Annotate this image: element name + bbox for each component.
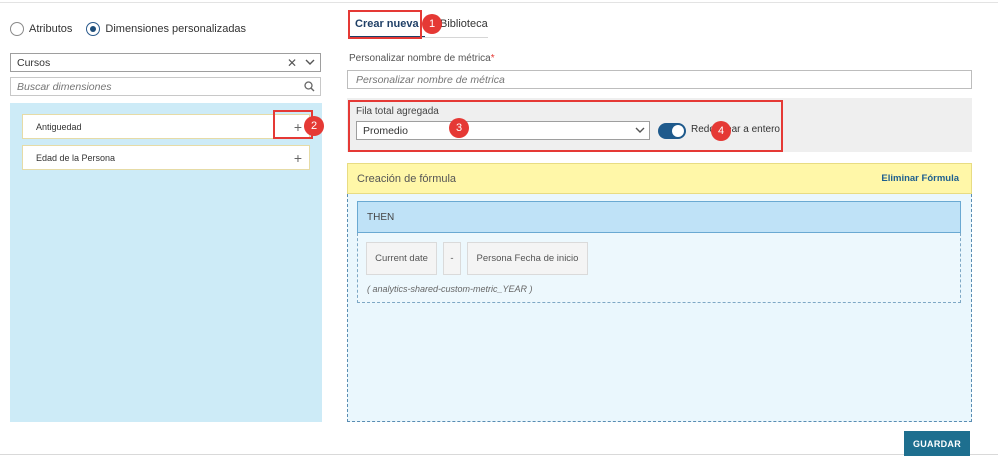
dimension-item-label: Antiguedad bbox=[36, 121, 82, 132]
callout-2: 2 bbox=[304, 116, 324, 136]
radio-atributos-label[interactable]: Atributos bbox=[29, 23, 72, 35]
dimension-select-value: Cursos bbox=[17, 56, 51, 69]
formula-title: Creación de fórmula bbox=[357, 172, 457, 185]
metric-name-input[interactable] bbox=[347, 70, 972, 89]
callout-3: 3 bbox=[449, 118, 469, 138]
formula-header: Creación de fórmula Eliminar Fórmula bbox=[347, 163, 972, 194]
radio-atributos[interactable] bbox=[10, 22, 24, 36]
save-button[interactable]: GUARDAR bbox=[904, 431, 970, 456]
add-icon[interactable]: + bbox=[294, 151, 302, 165]
callout-4: 4 bbox=[711, 121, 731, 141]
top-border bbox=[0, 0, 998, 3]
search-icon[interactable] bbox=[304, 81, 315, 92]
dimension-item-antiguedad[interactable]: Antiguedad + bbox=[22, 114, 310, 139]
dimension-item-edad[interactable]: Edad de la Persona + bbox=[22, 145, 310, 170]
then-block-header[interactable]: THEN bbox=[357, 201, 961, 233]
dimension-select[interactable]: Cursos ✕ bbox=[10, 53, 321, 72]
formula-function-note: ( analytics-shared-custom-metric_YEAR ) bbox=[367, 284, 533, 294]
dimension-search-input[interactable] bbox=[17, 80, 304, 93]
tab-biblioteca[interactable]: Biblioteca bbox=[440, 11, 488, 37]
metric-name-label-text: Personalizar nombre de métrica bbox=[349, 53, 491, 64]
bottom-border bbox=[0, 454, 998, 455]
highlight-crear-nueva bbox=[348, 10, 422, 39]
clear-icon[interactable]: ✕ bbox=[287, 56, 297, 70]
chevron-down-icon[interactable] bbox=[305, 59, 315, 66]
formula-token-fecha-inicio[interactable]: Persona Fecha de inicio bbox=[467, 242, 588, 275]
delete-formula-link[interactable]: Eliminar Fórmula bbox=[881, 173, 959, 184]
callout-1: 1 bbox=[422, 14, 442, 34]
formula-token-operator[interactable]: - bbox=[443, 242, 461, 275]
radio-dimensiones-label[interactable]: Dimensiones personalizadas bbox=[105, 23, 246, 35]
required-mark: * bbox=[490, 53, 495, 64]
radio-dimensiones[interactable] bbox=[86, 22, 101, 36]
dimension-item-label: Edad de la Persona bbox=[36, 152, 116, 163]
formula-token-current-date[interactable]: Current date bbox=[366, 242, 437, 275]
filter-mode-radios: Atributos Dimensiones personalizadas bbox=[10, 21, 260, 37]
dimensions-panel: Antiguedad + Edad de la Persona + bbox=[10, 103, 322, 422]
metric-name-label: Personalizar nombre de métrica* bbox=[349, 53, 495, 64]
dimension-search bbox=[10, 77, 321, 96]
